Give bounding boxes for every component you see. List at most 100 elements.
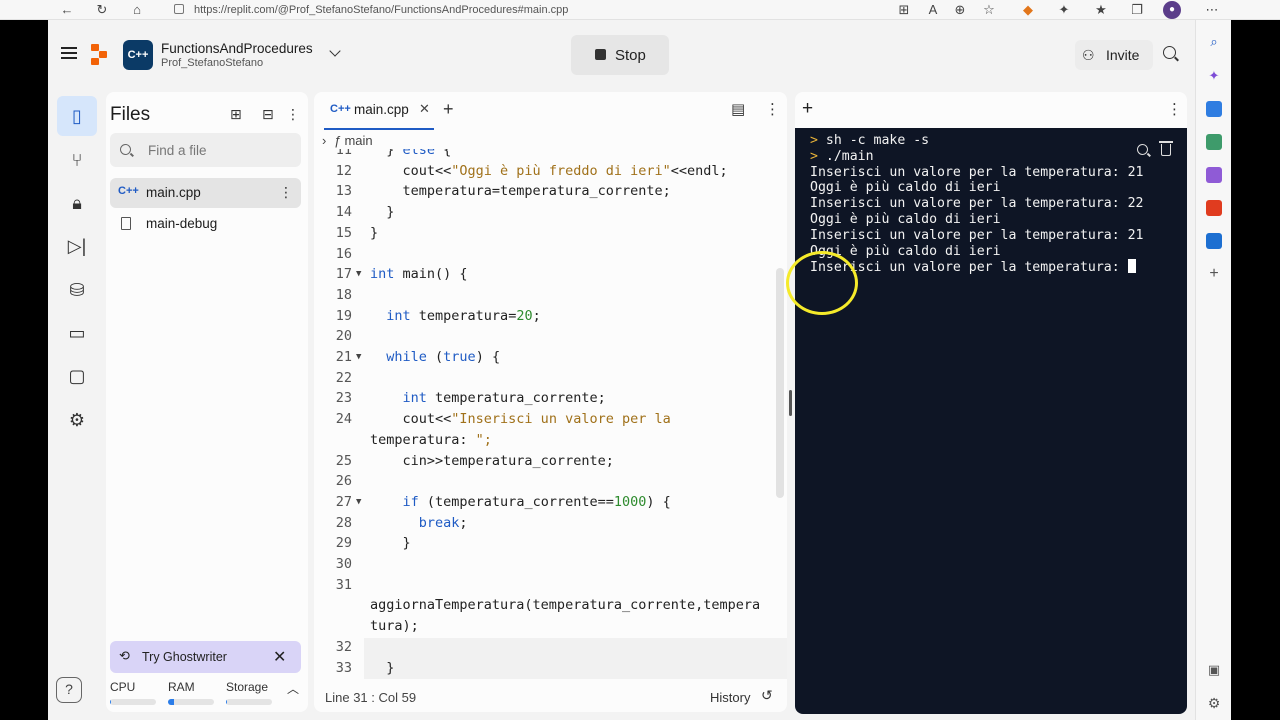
code-line[interactable]: 33 } [314, 658, 774, 679]
line-number: 25 [335, 452, 352, 469]
add-icon[interactable]: + [1206, 266, 1222, 282]
ghostwriter-banner[interactable]: ⟲ Try Ghostwriter ✕ [110, 641, 301, 673]
replit-logo-icon[interactable] [91, 44, 113, 66]
outlook-icon[interactable] [1206, 233, 1222, 249]
new-folder-icon[interactable]: ⊟ [262, 106, 274, 123]
code-line[interactable]: 20 [314, 326, 774, 347]
history-icon[interactable]: ↺ [761, 687, 773, 704]
tag-icon[interactable] [1206, 101, 1222, 117]
more-icon[interactable]: ⋯ [1203, 1, 1221, 19]
office-icon[interactable] [1206, 200, 1222, 216]
tab-main-cpp[interactable]: C++ main.cpp ✕ [320, 98, 430, 124]
code-line[interactable]: 30 [314, 554, 774, 575]
code-line[interactable]: temperatura: "; [314, 430, 774, 451]
code-line[interactable]: 19 int temperatura=20; [314, 306, 774, 327]
split-screen-icon[interactable]: ▣ [1206, 662, 1222, 678]
menu-icon[interactable] [61, 47, 77, 59]
profile-avatar-icon[interactable]: ● [1163, 1, 1181, 19]
extensions-icon[interactable]: ✦ [1055, 1, 1073, 19]
code-line[interactable]: 11 } else { [314, 149, 774, 161]
find-file-input[interactable]: Find a file [110, 133, 301, 167]
tools-icon[interactable] [1206, 134, 1222, 150]
games-icon[interactable] [1206, 167, 1222, 183]
settings-tool-button[interactable]: ⚙ [57, 400, 97, 440]
code-line[interactable]: 18 [314, 285, 774, 306]
code-line[interactable]: 21 ▼ while (true) { [314, 347, 774, 368]
code-line[interactable]: 32 [314, 637, 774, 658]
fold-toggle-icon[interactable]: ▼ [356, 347, 361, 368]
zoom-icon[interactable]: ⊕ [951, 1, 969, 19]
metamask-icon[interactable]: ◆ [1019, 1, 1037, 19]
file-item-main-cpp[interactable]: C++ main.cpp ⋮ [110, 178, 301, 208]
invite-button[interactable]: ⚇ Invite [1075, 40, 1153, 70]
read-aloud-icon[interactable]: A [924, 1, 942, 19]
trash-icon[interactable] [1159, 141, 1173, 156]
code-line[interactable]: aggiornaTemperatura(temperatura_corrente… [314, 595, 774, 616]
debugger-tool-button[interactable]: ▷| [57, 226, 97, 266]
code-line[interactable]: 23 int temperatura_corrente; [314, 388, 774, 409]
code-line[interactable]: 15} [314, 223, 774, 244]
pane-resize-handle[interactable] [789, 390, 792, 416]
fold-toggle-icon[interactable]: ▼ [356, 264, 361, 285]
secrets-tool-button[interactable]: 🔒︎ [57, 183, 97, 223]
code-line[interactable]: 24 cout<<"Inserisci un valore per la [314, 409, 774, 430]
code-line[interactable]: 29 } [314, 533, 774, 554]
code-line[interactable]: tura); [314, 616, 774, 637]
git-tool-button[interactable]: ⑂ [57, 140, 97, 180]
reload-icon[interactable]: ↻ [93, 1, 111, 19]
active-tab-indicator [324, 128, 434, 130]
code-line[interactable]: 17 ▼ int main() { [314, 264, 774, 285]
breadcrumb-item[interactable]: main [344, 133, 372, 148]
close-icon[interactable]: ✕ [273, 647, 286, 667]
search-icon[interactable]: ⌕ [1206, 34, 1222, 50]
home-icon[interactable]: ⌂ [128, 1, 146, 19]
close-tab-icon[interactable]: ✕ [419, 101, 430, 117]
new-tab-icon[interactable]: + [802, 98, 813, 120]
code-area[interactable]: 11 } else {12 cout<<"Oggi è più freddo d… [314, 149, 787, 679]
chevron-up-icon[interactable]: ︿ [287, 680, 299, 697]
more-options-icon[interactable]: ⋮ [286, 106, 300, 123]
favorite-icon[interactable]: ☆ [980, 1, 998, 19]
code-line[interactable]: 14 } [314, 202, 774, 223]
code-line[interactable]: 25 cin>>temperatura_corrente; [314, 451, 774, 472]
search-icon[interactable] [1163, 46, 1176, 59]
threads-tool-button[interactable]: ▢ [57, 356, 97, 396]
help-icon[interactable]: ? [56, 677, 82, 703]
file-item-label: main-debug [146, 216, 218, 231]
copilot-icon[interactable]: ✦ [1206, 68, 1222, 84]
files-tool-button[interactable]: ▯ [57, 96, 97, 136]
code-line[interactable]: 27 ▼ if (temperatura_corrente==1000) { [314, 492, 774, 513]
search-icon[interactable] [1137, 144, 1148, 155]
code-line[interactable]: 22 [314, 368, 774, 389]
fold-toggle-icon[interactable]: ▼ [356, 492, 361, 513]
editor-scrollbar[interactable] [776, 268, 784, 498]
address-bar[interactable]: https://replit.com/@Prof_StefanoStefano/… [174, 2, 568, 18]
settings-icon[interactable]: ⚙ [1206, 695, 1222, 711]
history-button[interactable]: History [710, 690, 750, 705]
code-line[interactable]: 26 [314, 471, 774, 492]
packages-tool-button[interactable]: ▭ [57, 313, 97, 353]
project-title[interactable]: FunctionsAndProcedures [161, 41, 313, 56]
chevron-down-icon[interactable] [329, 45, 341, 57]
console-output[interactable]: > sh -c make -s > ./main Inserisci un valo… [795, 128, 1187, 714]
more-options-icon[interactable]: ⋮ [279, 184, 293, 201]
favorites-icon[interactable]: ★ [1092, 1, 1110, 19]
console-line: Oggi è più caldo di ieri [810, 212, 1001, 228]
layout-icon[interactable]: ▤ [731, 100, 745, 118]
more-options-icon[interactable]: ⋮ [765, 100, 780, 118]
database-tool-button[interactable]: ⛁ [57, 270, 97, 310]
more-options-icon[interactable]: ⋮ [1167, 100, 1182, 118]
new-tab-icon[interactable]: + [443, 99, 454, 120]
new-file-icon[interactable]: ⊞ [230, 106, 242, 123]
grid-icon[interactable]: ⊞ [895, 1, 913, 19]
file-item-main-debug[interactable]: main-debug [110, 209, 301, 239]
code-line[interactable]: 16 [314, 244, 774, 265]
code-line[interactable]: 13 temperatura=temperatura_corrente; [314, 181, 774, 202]
stop-icon [595, 49, 606, 60]
code-line[interactable]: 12 cout<<"Oggi è più freddo di ieri"<<en… [314, 161, 774, 182]
collections-icon[interactable]: ❐ [1128, 1, 1146, 19]
back-icon[interactable]: ← [58, 1, 76, 19]
stop-button[interactable]: Stop [571, 35, 669, 75]
code-line[interactable]: 31 [314, 575, 774, 596]
code-line[interactable]: 28 break; [314, 513, 774, 534]
